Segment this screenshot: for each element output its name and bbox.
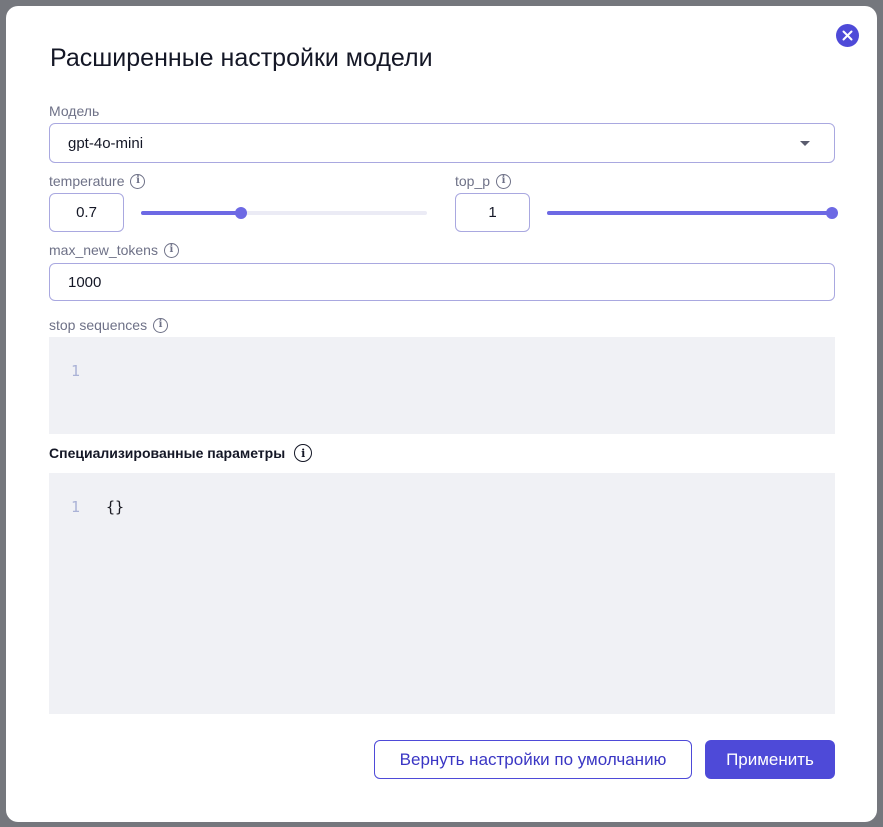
info-icon[interactable]: i xyxy=(163,242,179,258)
temperature-label-text: temperature xyxy=(49,173,125,189)
reset-defaults-button[interactable]: Вернуть настройки по умолчанию xyxy=(374,740,692,779)
model-select[interactable]: gpt-4o-mini xyxy=(49,123,835,163)
line-number: 1 xyxy=(71,362,81,380)
temperature-input[interactable] xyxy=(49,193,124,232)
line-number: 1 xyxy=(71,498,81,516)
temperature-label: temperature i xyxy=(49,173,146,189)
chevron-down-icon xyxy=(800,141,810,146)
info-icon[interactable]: i xyxy=(294,444,313,462)
stop-sequences-label: stop sequences i xyxy=(49,317,169,333)
model-settings-dialog: Расширенные настройки модели Модель gpt-… xyxy=(6,6,877,822)
special-params-code: {} xyxy=(106,498,125,516)
model-select-value: gpt-4o-mini xyxy=(68,134,144,152)
max-new-tokens-input[interactable] xyxy=(49,263,835,301)
info-icon[interactable]: i xyxy=(153,317,169,333)
special-params-heading: Специализированные параметры i xyxy=(49,444,313,462)
top-p-slider-thumb[interactable] xyxy=(826,207,838,219)
info-icon[interactable]: i xyxy=(130,173,146,189)
dialog-title: Расширенные настройки модели xyxy=(50,44,433,72)
special-params-editor[interactable]: 1 {} xyxy=(49,473,835,714)
max-new-tokens-label-text: max_new_tokens xyxy=(49,242,158,258)
max-new-tokens-label: max_new_tokens i xyxy=(49,242,179,258)
temperature-slider-thumb[interactable] xyxy=(235,207,248,219)
temperature-slider[interactable] xyxy=(141,206,427,220)
close-button[interactable] xyxy=(836,24,859,47)
model-label: Модель xyxy=(49,103,99,119)
top-p-label: top_p i xyxy=(455,173,512,189)
top-p-label-text: top_p xyxy=(455,173,491,189)
stop-sequences-label-text: stop sequences xyxy=(49,317,148,333)
top-p-input[interactable] xyxy=(455,193,530,232)
close-icon xyxy=(842,30,853,41)
info-icon[interactable]: i xyxy=(496,173,512,189)
temperature-slider-fill xyxy=(141,211,242,215)
stop-sequences-editor[interactable]: 1 xyxy=(49,337,835,434)
special-params-heading-text: Специализированные параметры xyxy=(49,445,286,461)
top-p-slider[interactable] xyxy=(547,206,838,220)
apply-button[interactable]: Применить xyxy=(705,740,835,779)
model-label-text: Модель xyxy=(49,103,100,119)
top-p-slider-fill xyxy=(547,211,832,215)
